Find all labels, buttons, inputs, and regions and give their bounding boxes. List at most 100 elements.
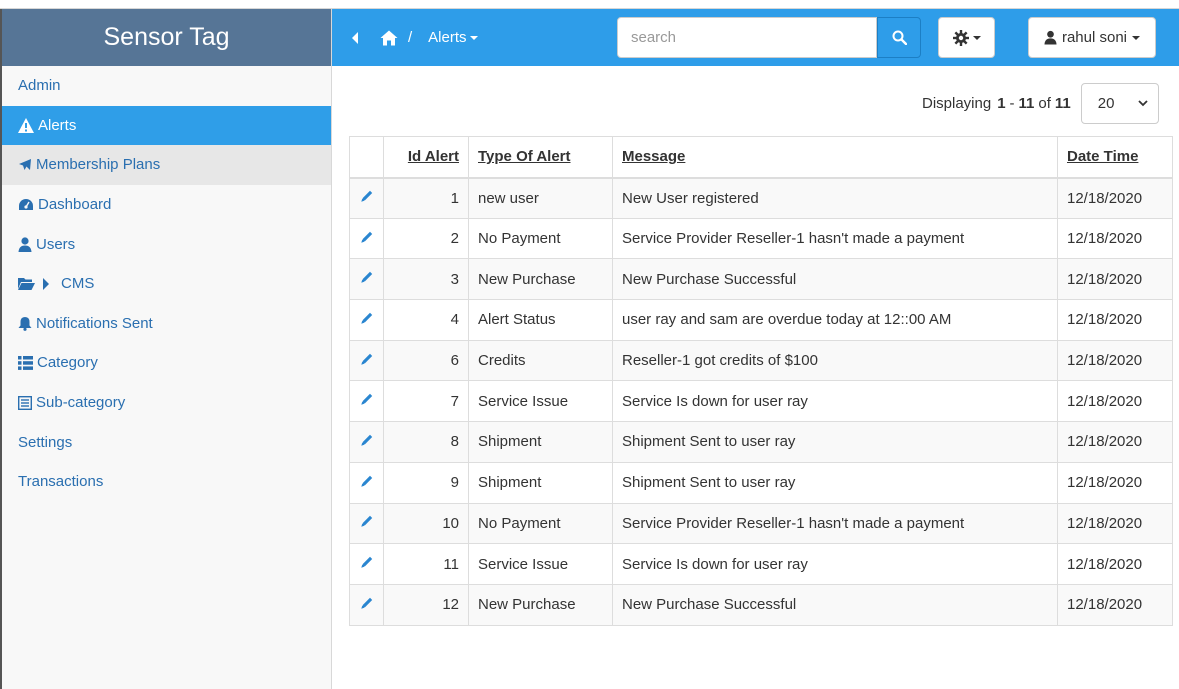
caret-right-icon xyxy=(43,277,49,290)
cell-message: Shipment Sent to user ray xyxy=(612,461,1058,504)
sidebar-item-membership-plans[interactable]: Membership Plans xyxy=(2,145,331,185)
edit-button[interactable] xyxy=(349,339,384,382)
sidebar-item-notifications-sent[interactable]: Notifications Sent xyxy=(2,304,331,344)
edit-button[interactable] xyxy=(349,502,384,545)
cell-type-of-alert: Shipment xyxy=(468,461,613,504)
sidebar-item-transactions[interactable]: Transactions xyxy=(2,462,331,502)
sidebar-item-cms[interactable]: CMS xyxy=(2,264,331,304)
cell-type-of-alert: Service Issue xyxy=(468,543,613,585)
edit-button[interactable] xyxy=(349,583,384,626)
home-icon[interactable] xyxy=(380,30,398,46)
page-size-select[interactable]: 20 xyxy=(1080,83,1159,124)
sidebar-item-label: Notifications Sent xyxy=(36,314,153,332)
cell-date-time: 12/18/2020 xyxy=(1057,258,1173,301)
pencil-icon xyxy=(360,231,372,243)
pencil-icon xyxy=(360,434,372,446)
user-menu-button[interactable]: rahul soni xyxy=(1028,17,1156,58)
back-arrow-icon[interactable] xyxy=(350,31,360,45)
user-icon xyxy=(1044,30,1057,45)
gear-icon xyxy=(952,29,969,46)
edit-button[interactable] xyxy=(349,380,384,423)
cell-date-time: 12/18/2020 xyxy=(1057,299,1173,341)
edit-button[interactable] xyxy=(349,461,384,504)
table-row: 7 Service Issue Service Is down for user r… xyxy=(349,380,1173,423)
column-header-actions xyxy=(349,136,384,179)
user-name: rahul soni xyxy=(1061,29,1128,46)
cell-id-alert: 12 xyxy=(383,583,469,626)
table-row: 3 New Purchase New Purchase Successful 12/1… xyxy=(349,258,1173,301)
table-row: 1 new user New User registered 12/18/2020 xyxy=(349,177,1173,219)
cell-id-alert: 7 xyxy=(383,380,469,423)
pencil-icon xyxy=(360,272,372,283)
sidebar-item-alerts[interactable]: Alerts xyxy=(2,105,331,146)
edit-button[interactable] xyxy=(349,421,384,463)
column-header-id-alert[interactable]: Id Alert xyxy=(383,136,469,179)
sidebar-item-users[interactable]: Users xyxy=(2,224,331,264)
search-group xyxy=(617,17,921,58)
column-header-message[interactable]: Message xyxy=(612,136,1058,179)
pager-prefix: Displaying xyxy=(922,95,992,112)
browser-top-strip xyxy=(0,0,1179,9)
alerts-table: Id Alert Type Of Alert Message Date Time… xyxy=(349,136,1173,626)
table-row: 10 No Payment Service Provider Reseller-1 … xyxy=(349,502,1173,545)
sidebar-item-label: Alerts xyxy=(38,116,77,134)
cell-id-alert: 1 xyxy=(383,177,469,219)
pager-range: 1 - 11 of 11 xyxy=(997,95,1071,112)
dashboard-icon xyxy=(19,198,33,210)
chevron-down-icon xyxy=(1132,35,1141,40)
plane-icon xyxy=(19,158,31,170)
search-input[interactable] xyxy=(617,17,877,58)
cell-type-of-alert: Credits xyxy=(468,339,613,382)
sidebar-item-admin[interactable]: Admin xyxy=(2,66,331,106)
pencil-icon xyxy=(360,556,372,568)
pencil-icon xyxy=(360,597,372,609)
column-header-date-time[interactable]: Date Time xyxy=(1057,136,1173,179)
sidebar-item-sub-category[interactable]: Sub-category xyxy=(2,383,331,423)
table-row: 12 New Purchase New Purchase Successful 12/… xyxy=(349,583,1173,626)
pencil-icon xyxy=(360,516,372,528)
breadcrumb-current: Alerts xyxy=(428,29,467,46)
chevron-down-icon xyxy=(469,35,478,40)
cell-message: New Purchase Successful xyxy=(612,583,1058,626)
breadcrumb: / Alerts xyxy=(350,9,478,66)
sidebar-item-category[interactable]: Category xyxy=(2,343,331,383)
sidebar-item-settings[interactable]: Settings xyxy=(2,422,331,462)
pager-dash: - xyxy=(1009,95,1015,112)
cell-id-alert: 3 xyxy=(383,258,469,301)
edit-button[interactable] xyxy=(349,177,384,219)
cell-message: Service Provider Reseller-1 hasn't made … xyxy=(612,502,1058,545)
pager-of: of xyxy=(1038,95,1051,112)
cell-message: Service Provider Reseller-1 hasn't made … xyxy=(612,217,1058,260)
cell-type-of-alert: New Purchase xyxy=(468,258,613,301)
pager-total: 11 xyxy=(1054,95,1071,112)
search-button[interactable] xyxy=(877,17,921,58)
sidebar-item-dashboard[interactable]: Dashboard xyxy=(2,185,331,225)
cell-date-time: 12/18/2020 xyxy=(1057,583,1173,626)
cell-message: user ray and sam are overdue today at 12… xyxy=(612,299,1058,341)
user-icon xyxy=(18,237,32,252)
settings-dropdown-button[interactable] xyxy=(938,17,995,58)
edit-button[interactable] xyxy=(349,258,384,301)
cell-type-of-alert: Service Issue xyxy=(468,380,613,423)
brand-title[interactable]: Sensor Tag xyxy=(2,9,331,66)
table-row: 6 Credits Reseller-1 got credits of $100 12… xyxy=(349,339,1173,382)
breadcrumb-separator: / xyxy=(408,29,413,46)
breadcrumb-alerts-dropdown[interactable]: Alerts xyxy=(428,29,478,46)
cell-type-of-alert: No Payment xyxy=(468,502,613,545)
edit-button[interactable] xyxy=(349,543,384,585)
cell-date-time: 12/18/2020 xyxy=(1057,502,1173,545)
edit-button[interactable] xyxy=(349,217,384,260)
cell-message: Service Is down for user ray xyxy=(612,380,1058,423)
chevron-down-icon xyxy=(1138,100,1148,107)
pencil-icon xyxy=(360,312,372,324)
edit-button[interactable] xyxy=(349,299,384,341)
pencil-icon xyxy=(360,475,372,487)
table-row: 11 Service Issue Service Is down for user … xyxy=(349,543,1173,585)
cell-type-of-alert: No Payment xyxy=(468,217,613,260)
chevron-down-icon xyxy=(972,35,981,40)
top-header: / Alerts rahul soni xyxy=(332,9,1179,66)
cell-type-of-alert: new user xyxy=(468,177,613,219)
search-icon xyxy=(892,30,907,45)
column-header-type-of-alert[interactable]: Type Of Alert xyxy=(468,136,613,179)
cell-message: Service Is down for user ray xyxy=(612,543,1058,585)
